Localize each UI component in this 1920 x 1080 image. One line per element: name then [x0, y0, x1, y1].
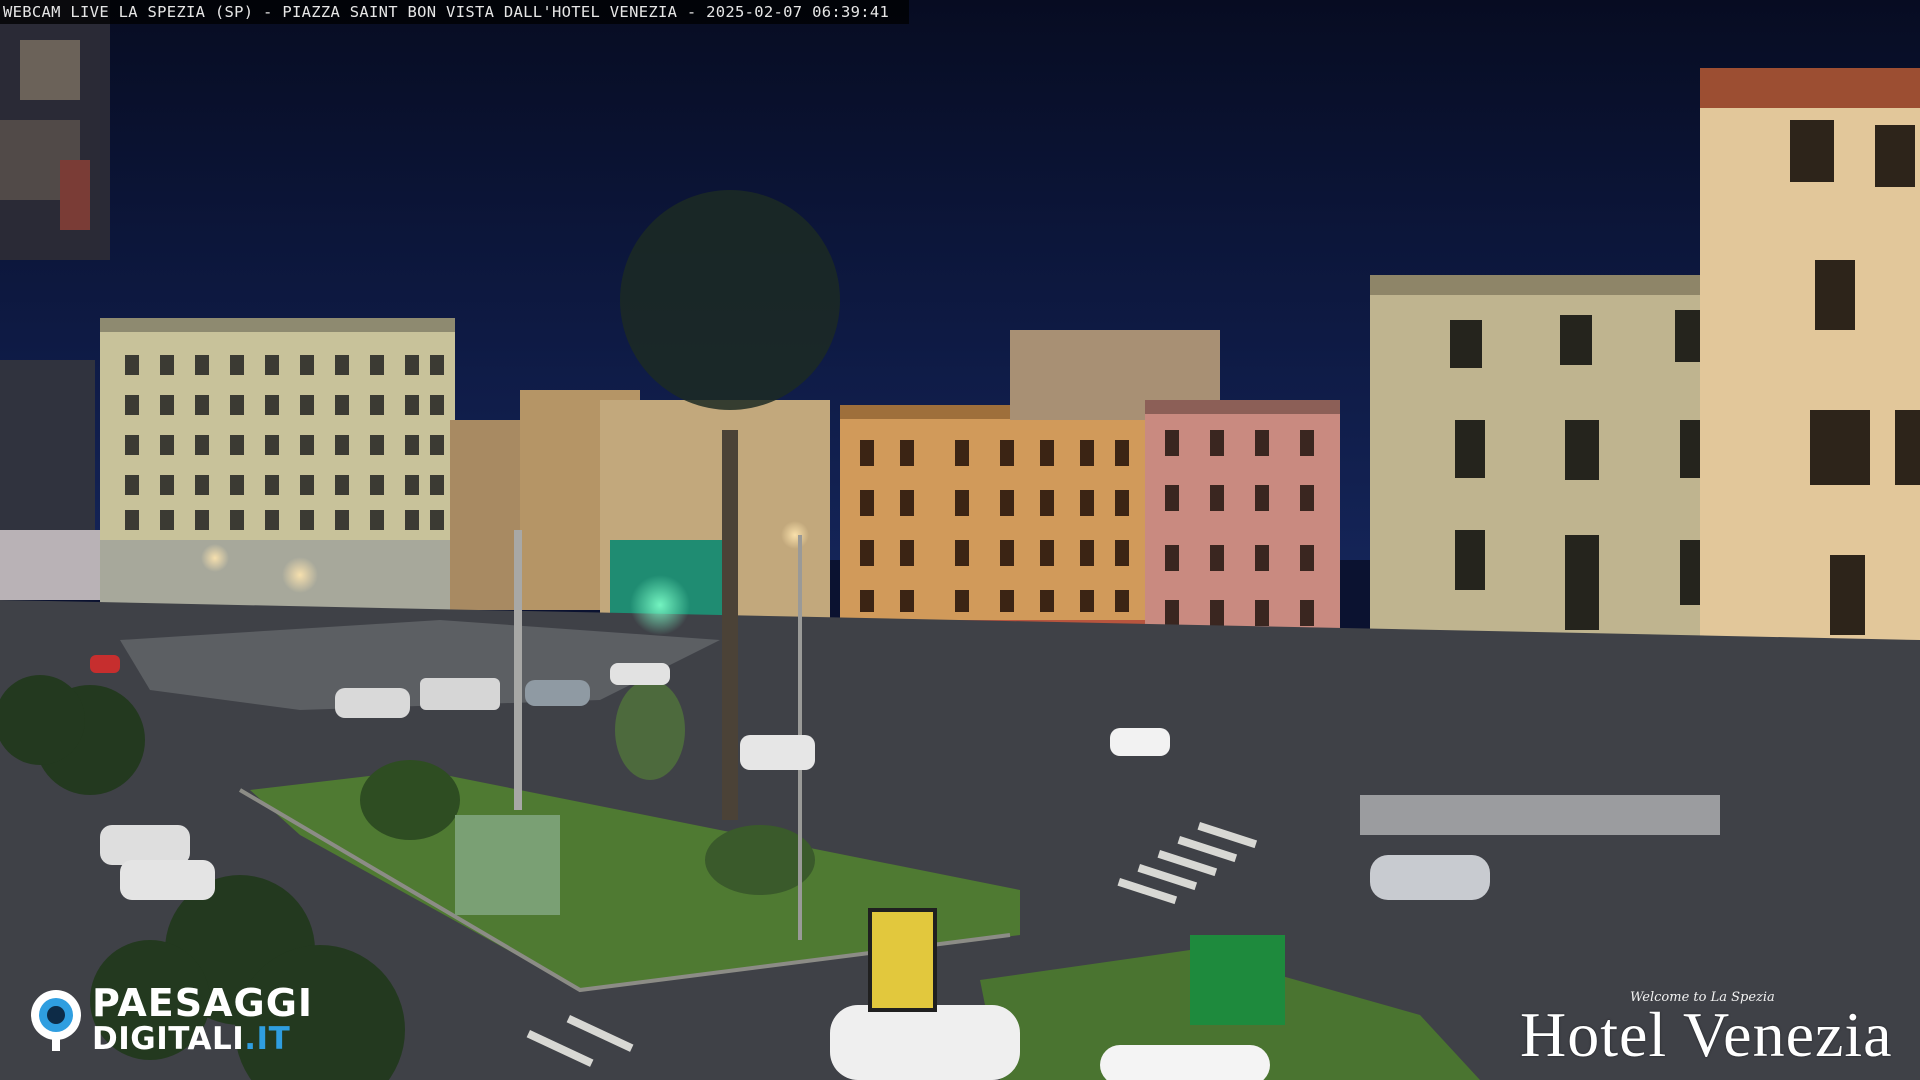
logo-line-2-accent: .IT: [244, 1020, 291, 1057]
webcam-title-overlay: WEBCAM LIVE LA SPEZIA (SP) - PIAZZA SAIN…: [0, 0, 910, 24]
hotel-venezia-brand: Welcome to La Spezia Hotel Venezia: [1520, 990, 1892, 1070]
hotel-name: Hotel Venezia: [1520, 999, 1893, 1070]
camera-lens-icon: [31, 990, 81, 1051]
recycling-bin-left: [455, 815, 560, 915]
webcam-scene-image: [0, 0, 1920, 1080]
logo-line-2-main: DIGITALI: [92, 1020, 245, 1057]
advertising-panel: [868, 908, 937, 1012]
logo-line-1: PAESAGGI: [92, 980, 314, 1025]
paesaggi-digitali-logo: PAESAGGI DIGITALI.IT: [28, 980, 314, 1057]
logo-line-2: DIGITALI.IT: [92, 1020, 313, 1057]
recycling-bin-right: [1190, 935, 1285, 1025]
railing: [1360, 795, 1720, 835]
